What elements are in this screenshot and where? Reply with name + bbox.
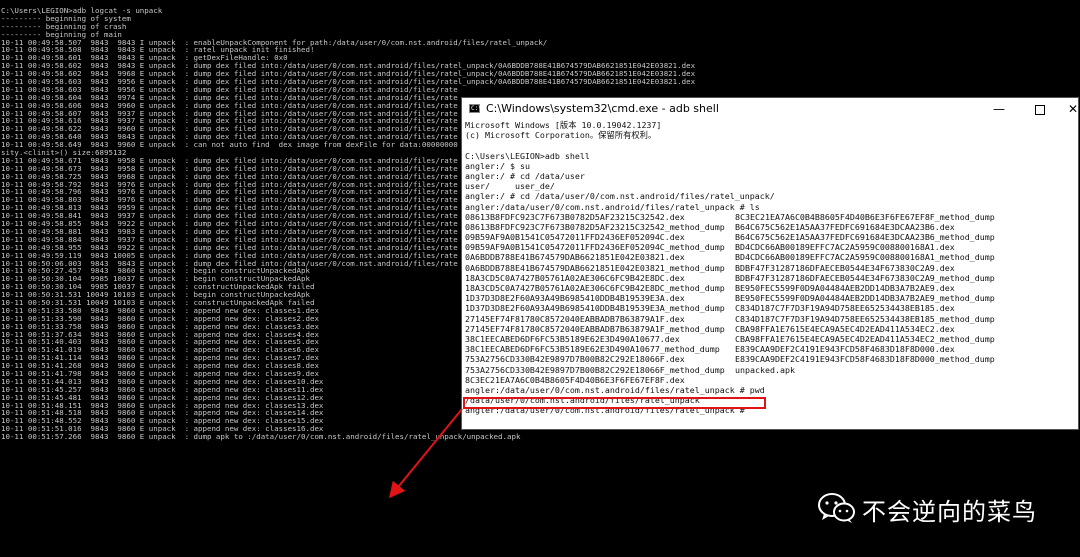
wechat-icon <box>818 493 855 523</box>
watermark-text: 不会逆向的菜鸟 <box>862 498 1037 526</box>
annotation-arrow <box>388 408 463 499</box>
